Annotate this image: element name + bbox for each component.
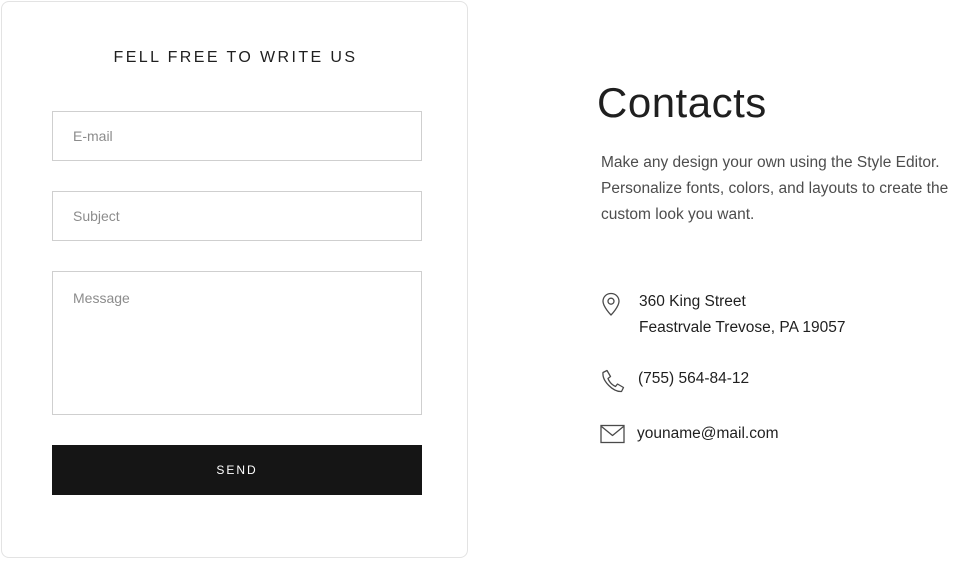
address-text: 360 King Street Feastrvale Trevose, PA 1… xyxy=(639,289,846,341)
email-field[interactable] xyxy=(52,111,422,161)
phone-link[interactable]: (755) 564-84-12 xyxy=(638,366,749,392)
address-row: 360 King Street Feastrvale Trevose, PA 1… xyxy=(598,289,846,341)
contact-page: FELL FREE TO WRITE US SEND Contacts Make… xyxy=(0,0,970,562)
send-button[interactable]: SEND xyxy=(52,445,422,495)
message-field[interactable] xyxy=(52,271,422,415)
contact-form-card: FELL FREE TO WRITE US SEND xyxy=(1,1,468,558)
contacts-title: Contacts xyxy=(597,79,767,126)
envelope-icon xyxy=(600,424,625,444)
address-line-2: Feastrvale Trevose, PA 19057 xyxy=(639,319,846,336)
subject-field[interactable] xyxy=(52,191,422,241)
map-pin-icon xyxy=(602,292,620,316)
contacts-description: Make any design your own using the Style… xyxy=(601,154,949,223)
phone-icon xyxy=(602,369,625,393)
form-title: FELL FREE TO WRITE US xyxy=(113,49,358,66)
phone-row: (755) 564-84-12 xyxy=(598,366,749,396)
email-row: youname@mail.com xyxy=(598,421,779,451)
address-line-1: 360 King Street xyxy=(639,293,746,310)
email-link[interactable]: youname@mail.com xyxy=(637,421,779,447)
